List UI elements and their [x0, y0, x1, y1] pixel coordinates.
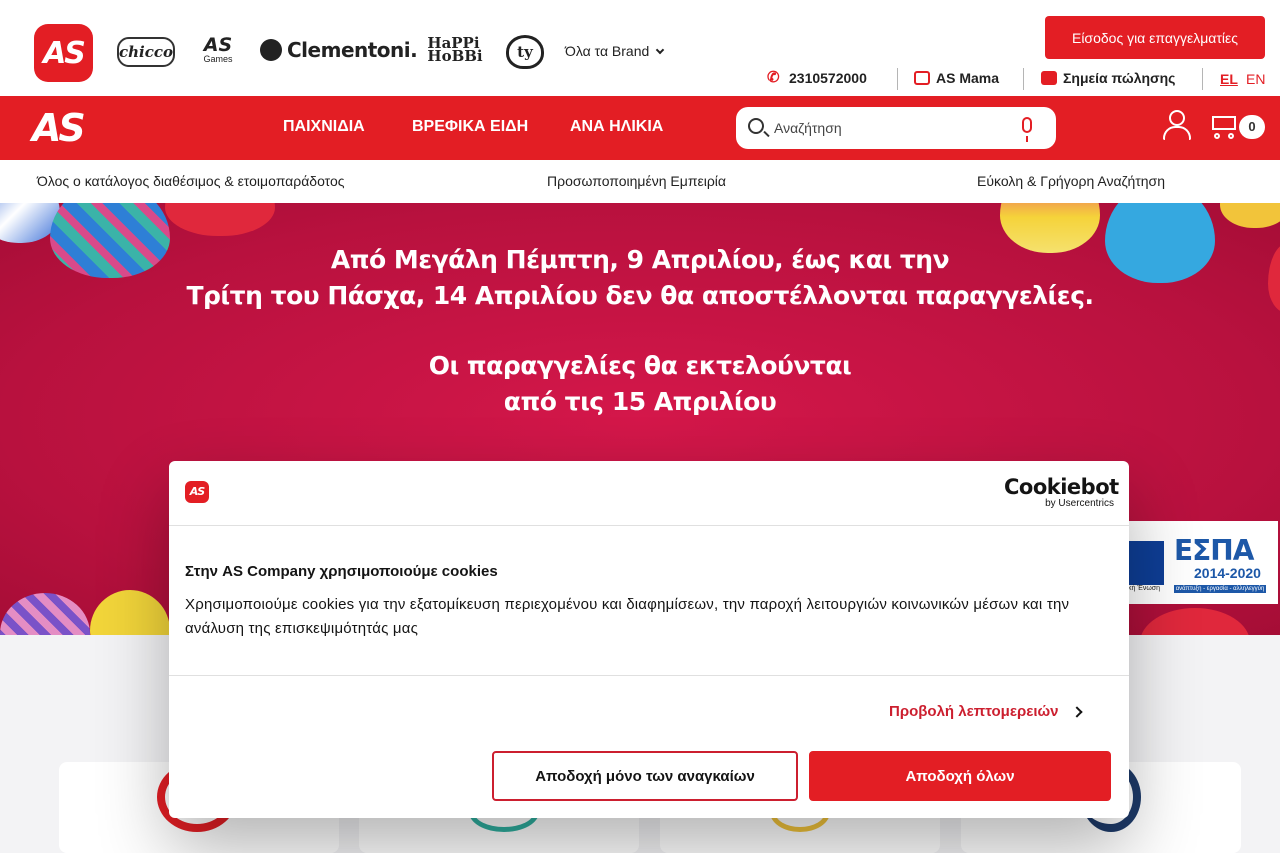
happy-hobby-logo[interactable]: HaPPi HoBBi	[427, 32, 483, 68]
all-brands-dropdown[interactable]: Όλα τα Brand	[565, 43, 665, 59]
benefits-bar: Όλος ο κατάλογος διαθέσιμος & ετοιμοπαρά…	[0, 160, 1280, 203]
hero-headline: Από Μεγάλη Πέμπτη, 9 Απριλίου, έως και τ…	[330, 245, 950, 274]
as-mama-link[interactable]: AS Mama	[914, 70, 999, 86]
user-account-icon[interactable]	[1163, 110, 1191, 140]
nav-item-age[interactable]: ΑΝΑ ΗΛΙΚΙΑ	[570, 118, 663, 136]
divider	[169, 675, 1129, 676]
hero-subline: από τις 15 Απριλίου	[503, 387, 777, 416]
as-logo[interactable]: AS	[34, 24, 93, 82]
nav-item-baby[interactable]: ΒΡΕΦΙΚΑ ΕΙΔΗ	[412, 118, 528, 136]
chicco-label: chicco	[119, 43, 174, 61]
ty-logo[interactable]: ty	[506, 35, 544, 69]
espa-banner[interactable]: κή Ένωση ΕΣΠΑ 2014-2020 ανάπτυξη - εργασ…	[1128, 521, 1278, 604]
hero-headline: Τρίτη του Πάσχα, 14 Απριλίου δεν θα αποσ…	[186, 281, 1094, 310]
benefit-item: Προσωποποιημένη Εμπειρία	[547, 173, 726, 189]
clementoni-label: Clementoni.	[287, 38, 418, 62]
cookie-consent-dialog: AS Cookiebot by Usercentrics Στην AS Com…	[169, 461, 1129, 818]
lang-el-link[interactable]: EL	[1220, 71, 1238, 87]
espa-title: ΕΣΠΑ	[1174, 534, 1254, 567]
cart-count-badge: 0	[1239, 115, 1265, 139]
easter-egg-decoration	[90, 590, 170, 635]
benefit-item: Όλος ο κατάλογος διαθέσιμος & ετοιμοπαρά…	[37, 173, 345, 189]
ty-label: ty	[517, 43, 533, 61]
eu-label: κή Ένωση	[1128, 585, 1161, 592]
easter-egg-decoration	[1220, 203, 1280, 228]
divider	[169, 525, 1129, 526]
main-nav: AS ΠΑΙΧΝΙΔΙΑ ΒΡΕΦΙΚΑ ΕΙΔΗ ΑΝΑ ΗΛΙΚΙΑ	[0, 96, 1280, 160]
benefit-item: Εύκολη & Γρήγορη Αναζήτηση	[977, 173, 1165, 189]
nav-logo[interactable]: AS	[32, 109, 86, 147]
happy-hobby-label: HaPPi HoBBi	[427, 33, 483, 65]
show-details-link[interactable]: Προβολή λεπτομερειών	[889, 703, 1083, 720]
chevron-down-icon	[656, 45, 665, 54]
eu-flag-icon	[1128, 541, 1164, 585]
chat-icon	[914, 71, 930, 85]
chevron-right-icon	[1070, 705, 1083, 718]
easter-egg-decoration	[0, 593, 90, 635]
as-company-logo: AS	[185, 481, 209, 503]
as-games-label: AS	[203, 34, 233, 56]
espa-tagline: ανάπτυξη - εργασία - αλληλεγγύη	[1174, 585, 1266, 593]
easter-egg-decoration	[1140, 608, 1250, 635]
espa-years: 2014-2020	[1194, 565, 1261, 581]
easter-egg-decoration	[165, 203, 275, 236]
clementoni-logo[interactable]: Clementoni.	[260, 32, 418, 68]
search-input[interactable]	[774, 116, 1014, 140]
clementoni-mark-icon	[260, 39, 282, 61]
hero-subline: Οι παραγγελίες θα εκτελούνται	[428, 351, 852, 380]
lang-en-link[interactable]: EN	[1246, 71, 1265, 87]
divider	[1023, 68, 1024, 90]
top-bar: AS chicco AS Games Clementoni. HaPPi HoB…	[0, 0, 1280, 96]
accept-all-button[interactable]: Αποδοχή όλων	[809, 751, 1111, 801]
cart-icon[interactable]	[1208, 111, 1238, 139]
divider	[1202, 68, 1203, 90]
as-games-logo[interactable]: AS Games	[198, 32, 238, 68]
cookiebot-sub: by Usercentrics	[1045, 498, 1114, 509]
accept-necessary-button[interactable]: Αποδοχή μόνο των αναγκαίων	[492, 751, 798, 801]
phone-link[interactable]: ✆ 2310572000	[767, 69, 867, 87]
stores-label: Σημεία πώλησης	[1063, 70, 1176, 86]
search-bar	[736, 107, 1056, 149]
cookiebot-logo[interactable]: Cookiebot by Usercentrics	[1004, 475, 1119, 510]
search-icon[interactable]	[748, 118, 764, 134]
phone-number: 2310572000	[789, 70, 867, 86]
all-brands-label: Όλα τα Brand	[565, 43, 650, 59]
show-details-label: Προβολή λεπτομερειών	[889, 703, 1059, 720]
professional-login-button[interactable]: Είσοδος για επαγγελματίες	[1045, 16, 1265, 59]
nav-item-toys[interactable]: ΠΑΙΧΝΙΔΙΑ	[283, 118, 365, 136]
truck-icon	[1041, 71, 1057, 85]
divider	[897, 68, 898, 90]
cookiebot-title: Cookiebot	[1004, 475, 1119, 499]
phone-icon: ✆	[767, 69, 780, 86]
cookie-description: Χρησιμοποιούμε cookies για την εξατομίκε…	[185, 596, 1070, 637]
microphone-icon[interactable]	[1022, 117, 1032, 142]
as-games-sub: Games	[203, 54, 233, 64]
stores-link[interactable]: Σημεία πώλησης	[1041, 70, 1175, 86]
chicco-logo[interactable]: chicco	[117, 37, 175, 67]
as-mama-label: AS Mama	[936, 70, 1000, 86]
cookie-title: Στην AS Company χρησιμοποιούμε cookies	[185, 563, 498, 580]
